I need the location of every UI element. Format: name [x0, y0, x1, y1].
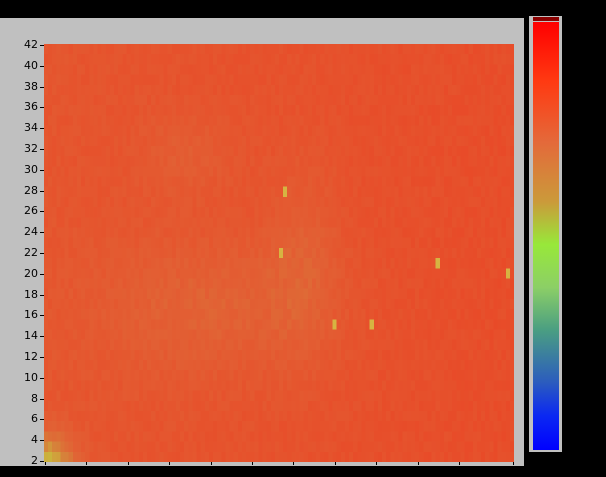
- x-tick-label: 20: [120, 464, 135, 477]
- y-tick-mark: [40, 211, 44, 213]
- y-tick-label: 20: [24, 266, 38, 280]
- y-tick-mark: [40, 461, 44, 462]
- y-tick-mark: [40, 377, 44, 379]
- x-tick-mark: [45, 462, 46, 465]
- x-tick-label: 113: [502, 464, 524, 477]
- x-tick-label: 90: [410, 464, 425, 477]
- y-tick-mark: [40, 190, 44, 192]
- y-tick-mark: [40, 169, 44, 171]
- x-tick-mark: [293, 462, 295, 465]
- x-tick-mark: [127, 462, 129, 465]
- x-tick-label: 10: [79, 464, 94, 477]
- y-tick-mark: [40, 107, 44, 109]
- y-tick-label: 42: [24, 38, 38, 51]
- heatmap-canvas[interactable]: [44, 44, 514, 462]
- y-tick-mark: [40, 45, 44, 46]
- x-tick-mark: [252, 462, 254, 465]
- x-tick-label: 60: [286, 464, 301, 477]
- y-tick-mark: [40, 357, 44, 358]
- heatmap-window: 42 40 38 36 34 32 30 28 26 24 22 20 18 16 14 12 10 8 6 4 2 0…: [0, 0, 606, 477]
- y-tick-mark: [40, 336, 44, 338]
- x-tick-label: 40: [203, 464, 218, 477]
- y-tick-mark: [40, 315, 44, 317]
- plot-frame: 42 40 38 36 34 32 30 28 26 24 22 20 18 16 14 12 10 8 6 4 2 0…: [0, 18, 524, 477]
- y-tick-label: 24: [24, 225, 38, 239]
- y-tick-mark: [40, 232, 44, 234]
- x-tick-mark: [513, 462, 514, 465]
- x-tick-mark: [210, 462, 212, 465]
- y-tick-mark: [40, 440, 44, 442]
- x-tick-label: 30: [162, 464, 177, 477]
- y-tick-mark: [40, 149, 44, 150]
- x-tick-mark: [169, 462, 171, 465]
- x-tick-mark: [417, 462, 419, 465]
- y-tick-label: 32: [24, 142, 38, 155]
- colorbar[interactable]: [533, 22, 559, 450]
- x-tick-label: 100: [448, 464, 470, 477]
- x-tick-label: 80: [369, 464, 384, 477]
- y-tick-mark: [40, 65, 44, 67]
- y-tick-label: 30: [24, 162, 38, 176]
- y-tick-mark: [40, 398, 44, 400]
- y-tick-label: 10: [24, 370, 38, 384]
- y-tick-mark: [40, 294, 44, 296]
- colorbar-max-marker: [533, 17, 559, 21]
- y-tick-label: 28: [24, 183, 38, 197]
- plot-area[interactable]: [44, 44, 514, 462]
- y-tick-mark: [40, 273, 44, 275]
- y-tick-label: 6: [31, 412, 38, 426]
- x-tick-mark: [376, 462, 378, 465]
- y-tick-label: 4: [31, 433, 38, 447]
- y-tick-label: 22: [24, 246, 38, 259]
- x-tick-label: 0: [41, 464, 49, 477]
- y-tick-label: 12: [24, 350, 38, 363]
- x-tick-mark: [459, 462, 461, 465]
- x-tick-label: 70: [327, 464, 342, 477]
- x-tick-mark: [86, 462, 88, 465]
- y-tick-label: 8: [31, 391, 38, 405]
- y-tick-label: 38: [24, 79, 38, 93]
- y-tick-label: 26: [24, 204, 38, 218]
- y-tick-mark: [40, 253, 44, 254]
- y-tick-mark: [40, 419, 44, 421]
- y-tick-label: 40: [24, 58, 38, 72]
- y-tick-mark: [40, 128, 44, 130]
- x-tick-label: 50: [245, 464, 260, 477]
- y-tick-mark: [40, 86, 44, 88]
- y-tick-label: 14: [24, 329, 38, 343]
- y-tick-label: 34: [24, 121, 38, 135]
- y-tick-label: 18: [24, 287, 38, 301]
- y-tick-label: 36: [24, 100, 38, 114]
- y-tick-label: 16: [24, 308, 38, 322]
- x-tick-mark: [334, 462, 336, 465]
